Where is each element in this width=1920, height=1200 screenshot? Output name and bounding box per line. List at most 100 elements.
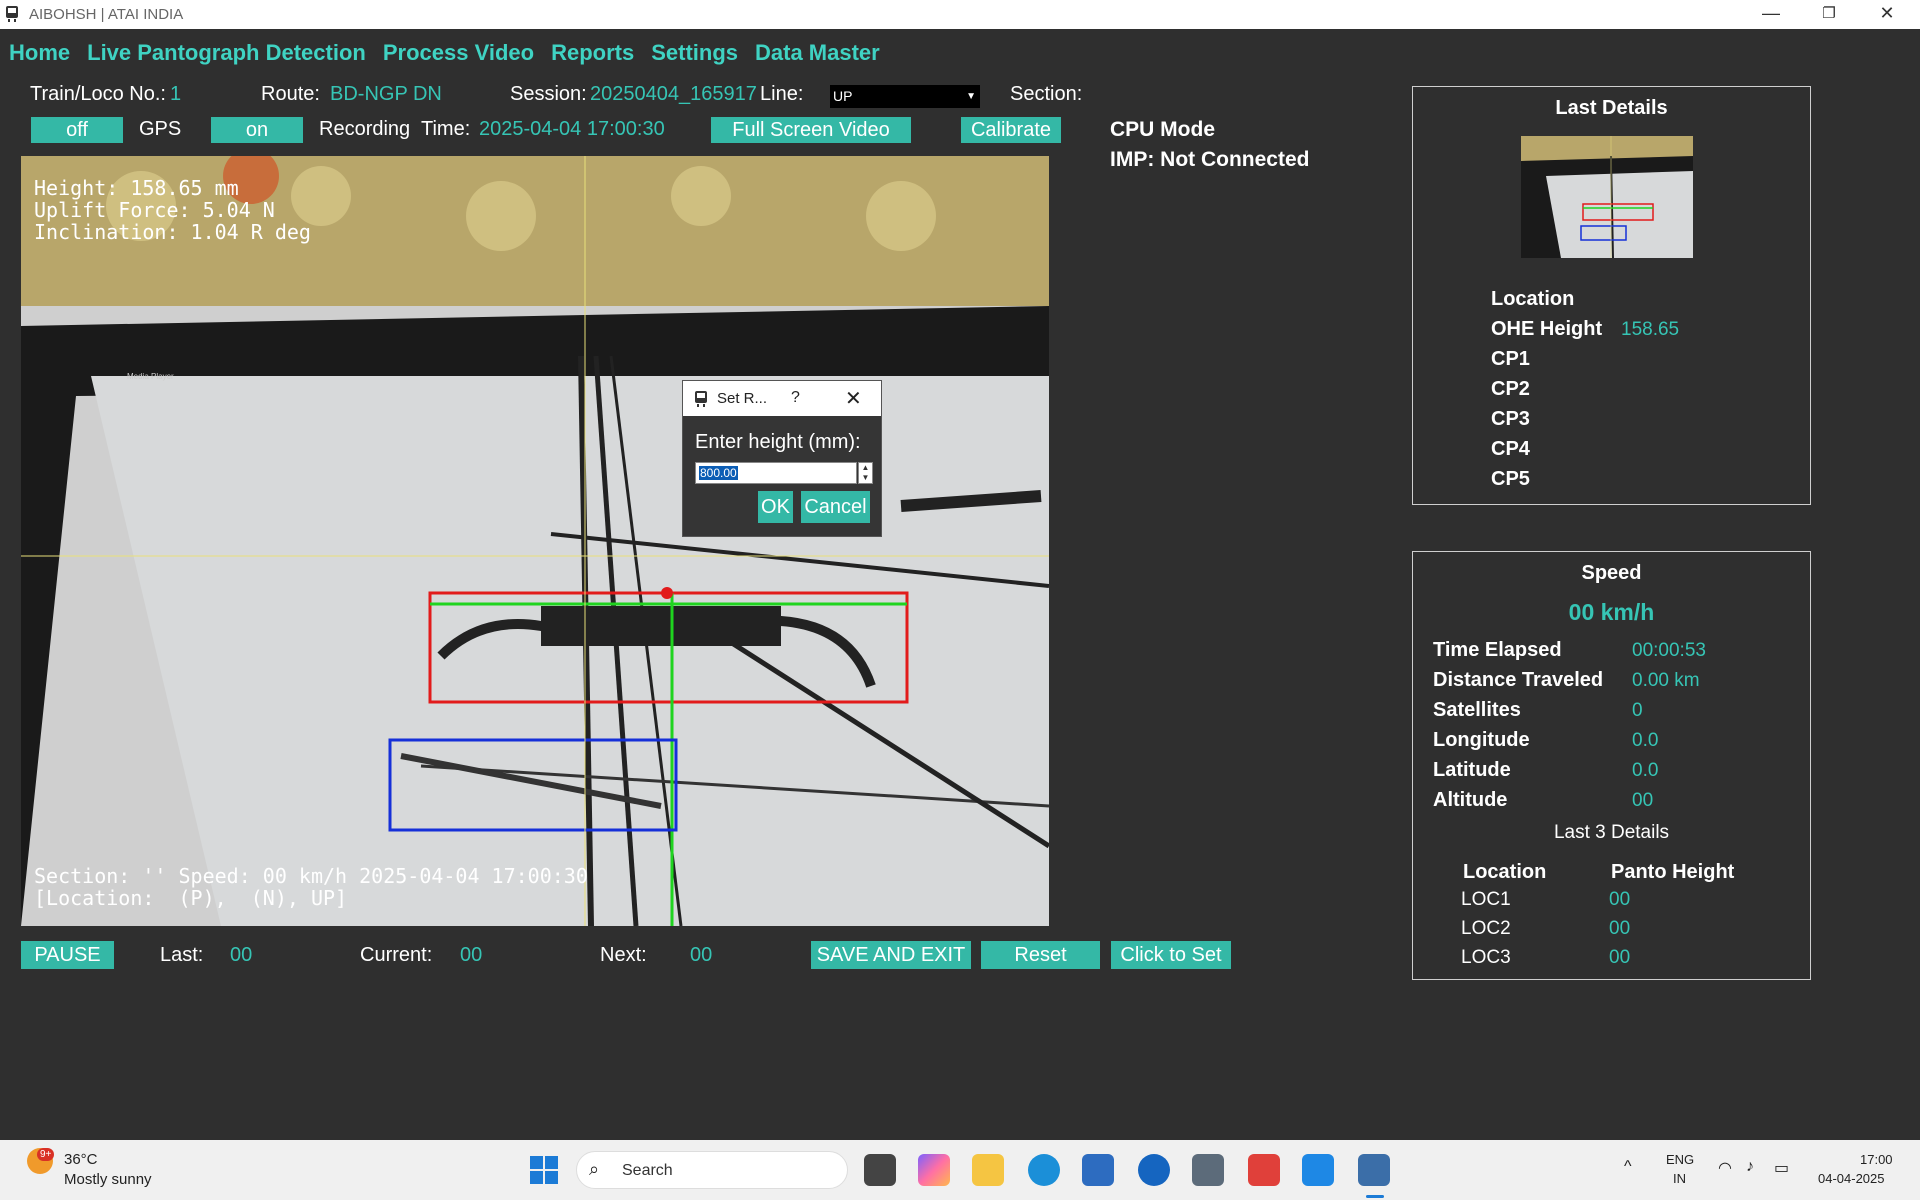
route-value: BD-NGP DN xyxy=(330,83,442,105)
session-label: Session: xyxy=(510,83,587,105)
last-details-title: Last Details xyxy=(1555,97,1668,119)
loc2-label: LOC2 xyxy=(1461,918,1511,939)
menu-settings[interactable]: Settings xyxy=(651,40,738,70)
taskbar: 9+ 36°C Mostly sunny ⌕ Search ^ ENG IN ◠… xyxy=(0,1140,1920,1200)
store-icon[interactable] xyxy=(1082,1154,1114,1186)
vscode-icon[interactable] xyxy=(1302,1154,1334,1186)
chevron-down-icon: ▼ xyxy=(966,91,976,102)
pause-button[interactable]: PAUSE xyxy=(21,941,114,969)
app-icon xyxy=(6,6,18,22)
reset-button[interactable]: Reset xyxy=(981,941,1100,969)
maximize-button[interactable]: ❐ xyxy=(1800,0,1858,29)
wifi-icon[interactable]: ◠ xyxy=(1718,1158,1732,1178)
calibrate-button[interactable]: Calibrate xyxy=(961,117,1061,143)
video-feed[interactable]: Height: 158.65 mm Uplift Force: 5.04 N I… xyxy=(21,156,1049,926)
dialog-close-button[interactable]: ✕ xyxy=(845,386,862,411)
edge-icon[interactable] xyxy=(1028,1154,1060,1186)
loc1-label: LOC1 xyxy=(1461,889,1511,910)
dialog-header: Set R... ? ✕ xyxy=(683,381,881,416)
recording-label: Recording xyxy=(319,118,411,140)
session-value: 20250404_165917 xyxy=(590,83,757,105)
speed-value: 00 km/h xyxy=(1568,599,1655,625)
dell-icon[interactable] xyxy=(1138,1154,1170,1186)
title-bar: AIBOHSH | ATAI INDIA — ❐ ✕ xyxy=(0,0,1920,29)
app-icon-generic[interactable] xyxy=(1192,1154,1224,1186)
menu-reports[interactable]: Reports xyxy=(551,40,634,70)
save-and-exit-button[interactable]: SAVE AND EXIT xyxy=(811,941,971,969)
speed-panel: Speed 00 km/h Time Elapsed 00:00:53 Dist… xyxy=(1412,551,1811,980)
cp2-label: CP2 xyxy=(1491,378,1530,400)
menu-data-master[interactable]: Data Master xyxy=(755,40,880,70)
line-select-value: UP xyxy=(833,88,853,104)
current-value: 00 xyxy=(460,944,483,966)
git-icon[interactable] xyxy=(1248,1154,1280,1186)
video-frame xyxy=(21,156,1049,926)
loc3-height: 00 xyxy=(1609,947,1631,968)
search-label: Search xyxy=(622,1162,673,1179)
next-value: 00 xyxy=(690,944,713,966)
cp5-label: CP5 xyxy=(1491,468,1530,490)
recording-toggle[interactable]: on xyxy=(211,117,303,143)
loc3-label: LOC3 xyxy=(1461,947,1511,968)
battery-icon[interactable]: ▭ xyxy=(1774,1158,1789,1178)
cp4-label: CP4 xyxy=(1491,438,1530,460)
last-details-panel: Last Details Location OHE Height 158.65 … xyxy=(1412,86,1811,505)
dialog-cancel-button[interactable]: Cancel xyxy=(801,491,870,523)
distance-label: Distance Traveled xyxy=(1433,669,1604,691)
line-label: Line: xyxy=(760,83,804,105)
menu-bar: Home Live Pantograph Detection Process V… xyxy=(9,40,880,70)
section-label: Section: xyxy=(1010,83,1083,105)
train-value: 1 xyxy=(170,83,182,105)
clock-date: 04-04-2025 xyxy=(1818,1171,1885,1186)
loc2-height: 00 xyxy=(1609,918,1631,939)
full-screen-video-button[interactable]: Full Screen Video xyxy=(711,117,911,143)
overlay-section-speed: Section: '' Speed: 00 km/h 2025-04-04 17… xyxy=(34,864,588,888)
gps-toggle[interactable]: off xyxy=(31,117,123,143)
altitude-label: Altitude xyxy=(1433,789,1508,811)
last-label: Last: xyxy=(160,944,204,966)
overlay-height: Height: 158.65 mm xyxy=(34,176,239,200)
dialog-help-button[interactable]: ? xyxy=(791,389,800,407)
current-label: Current: xyxy=(360,944,433,966)
weather-badge: 9+ xyxy=(37,1148,55,1161)
menu-home[interactable]: Home xyxy=(9,40,70,70)
next-label: Next: xyxy=(600,944,647,966)
clock-time[interactable]: 17:00 xyxy=(1860,1152,1893,1167)
gps-label: GPS xyxy=(139,118,182,140)
language-code[interactable]: ENG xyxy=(1666,1152,1694,1167)
height-input[interactable]: 800.00 xyxy=(695,462,857,484)
time-elapsed-value: 00:00:53 xyxy=(1632,640,1706,661)
ohe-height-label: OHE Height xyxy=(1491,318,1603,340)
latitude-value: 0.0 xyxy=(1632,760,1659,781)
file-explorer-icon[interactable] xyxy=(972,1154,1004,1186)
volume-icon[interactable]: ♪ xyxy=(1746,1158,1754,1176)
overlay-inclination: Inclination: 1.04 R deg xyxy=(34,220,311,244)
overlay-screen-label: Media Player xyxy=(127,372,174,381)
task-view-icon[interactable] xyxy=(864,1154,896,1186)
cpu-mode-label: CPU Mode xyxy=(1110,118,1215,141)
copilot-icon[interactable] xyxy=(918,1154,950,1186)
show-hidden-icons[interactable]: ^ xyxy=(1624,1158,1632,1176)
minimize-button[interactable]: — xyxy=(1742,0,1800,29)
python-app-icon[interactable] xyxy=(1358,1154,1390,1186)
imp-status-label: IMP: Not Connected xyxy=(1110,148,1310,171)
menu-process-video[interactable]: Process Video xyxy=(383,40,534,70)
set-height-dialog: Set R... ? ✕ Enter height (mm): 800.00 ▲… xyxy=(682,380,882,537)
latitude-label: Latitude xyxy=(1433,759,1511,781)
menu-live-pantograph-detection[interactable]: Live Pantograph Detection xyxy=(87,40,366,70)
dialog-prompt: Enter height (mm): xyxy=(695,431,861,453)
taskbar-search[interactable]: ⌕ Search xyxy=(576,1151,848,1189)
ohe-height-value: 158.65 xyxy=(1621,319,1680,340)
temperature: 36°C xyxy=(64,1151,98,1168)
last-value: 00 xyxy=(230,944,253,966)
close-button[interactable]: ✕ xyxy=(1858,0,1916,29)
active-app-indicator xyxy=(1366,1195,1384,1198)
col-panto-height-header: Panto Height xyxy=(1611,861,1735,883)
dialog-ok-button[interactable]: OK xyxy=(758,491,793,523)
longitude-label: Longitude xyxy=(1433,729,1530,751)
click-to-set-button[interactable]: Click to Set xyxy=(1111,941,1231,969)
line-select[interactable]: UP ▼ xyxy=(830,85,980,108)
windows-start-icon[interactable] xyxy=(528,1154,560,1186)
altitude-value: 00 xyxy=(1632,790,1654,811)
height-spinner[interactable]: ▲ ▼ xyxy=(858,462,873,484)
